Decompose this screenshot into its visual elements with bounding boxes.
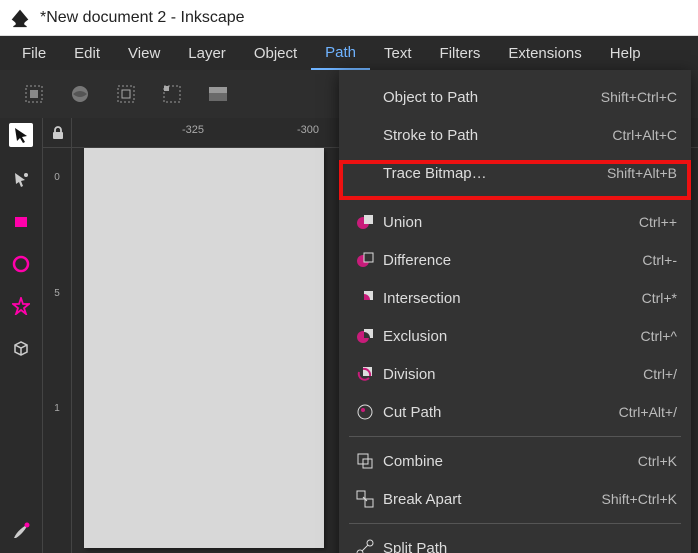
menubar-item-help[interactable]: Help	[596, 36, 655, 70]
lock-icon[interactable]	[43, 118, 73, 148]
menu-item-label: Object to Path	[379, 89, 601, 106]
menubar: FileEditViewLayerObjectPathTextFiltersEx…	[0, 36, 698, 70]
toolbar-btn-3[interactable]	[114, 82, 138, 106]
path-menu-item-break-apart[interactable]: Break ApartShift+Ctrl+K	[339, 480, 691, 518]
path-menu-item-split-path[interactable]: Split Path	[339, 529, 691, 553]
toolbar-btn-5[interactable]	[206, 82, 230, 106]
ruler-vertical: 0 5 1	[43, 148, 71, 553]
intersection-icon	[351, 288, 379, 308]
menu-item-label: Combine	[379, 453, 638, 470]
menu-item-shortcut: Ctrl+-	[642, 252, 677, 268]
document-page	[84, 148, 324, 548]
menu-item-label: Split Path	[379, 540, 677, 553]
path-menu-item-division[interactable]: DivisionCtrl+/	[339, 355, 691, 393]
menu-item-label: Intersection	[379, 290, 642, 307]
breakapart-icon	[351, 489, 379, 509]
window-title: *New document 2 - Inkscape	[40, 9, 245, 27]
toolbar-btn-4[interactable]	[160, 82, 184, 106]
path-menu-item-difference[interactable]: DifferenceCtrl+-	[339, 241, 691, 279]
rectangle-tool[interactable]	[9, 210, 33, 234]
ruler-h-tick: -300	[297, 124, 319, 136]
inkscape-app-icon	[10, 8, 30, 28]
path-menu-dropdown: Object to PathShift+Ctrl+CStroke to Path…	[339, 70, 691, 553]
inkscape-window: *New document 2 - Inkscape FileEditViewL…	[0, 0, 698, 553]
menu-item-label: Trace Bitmap…	[379, 165, 607, 182]
menu-item-shortcut: Shift+Alt+B	[607, 165, 677, 181]
menubar-item-extensions[interactable]: Extensions	[494, 36, 595, 70]
menubar-item-text[interactable]: Text	[370, 36, 426, 70]
ruler-v-tick: 0	[43, 172, 71, 183]
path-menu-item-stroke-to-path[interactable]: Stroke to PathCtrl+Alt+C	[339, 116, 691, 154]
toolbar-btn-1[interactable]	[22, 82, 46, 106]
menu-item-shortcut: Shift+Ctrl+K	[602, 491, 677, 507]
menubar-item-filters[interactable]: Filters	[426, 36, 495, 70]
combine-icon	[351, 451, 379, 471]
path-menu-item-intersection[interactable]: IntersectionCtrl+*	[339, 279, 691, 317]
ruler-v-tick: 5	[43, 288, 71, 299]
menubar-item-layer[interactable]: Layer	[174, 36, 240, 70]
menu-item-shortcut: Shift+Ctrl+C	[601, 89, 677, 105]
menu-item-label: Division	[379, 366, 643, 383]
menu-item-shortcut: Ctrl++	[639, 214, 677, 230]
menubar-item-view[interactable]: View	[114, 36, 174, 70]
menu-item-label: Union	[379, 214, 639, 231]
menu-separator	[349, 197, 681, 198]
ruler-v-tick: 1	[43, 403, 71, 414]
star-tool[interactable]	[9, 294, 33, 318]
path-menu-item-cut-path[interactable]: Cut PathCtrl+Alt+/	[339, 393, 691, 431]
menu-item-shortcut: Ctrl+K	[638, 453, 677, 469]
node-tool[interactable]	[9, 168, 33, 192]
ruler-vertical-col: 0 5 1	[42, 118, 72, 553]
division-icon	[351, 364, 379, 384]
menu-item-shortcut: Ctrl+^	[640, 328, 677, 344]
menu-item-shortcut: Ctrl+/	[643, 366, 677, 382]
menu-item-shortcut: Ctrl+Alt+/	[619, 404, 677, 420]
title-bar: *New document 2 - Inkscape	[0, 0, 698, 36]
path-menu-item-combine[interactable]: CombineCtrl+K	[339, 442, 691, 480]
exclusion-icon	[351, 326, 379, 346]
left-toolbox	[0, 118, 42, 553]
3dbox-tool[interactable]	[9, 336, 33, 360]
ruler-h-tick: -325	[182, 124, 204, 136]
menubar-item-edit[interactable]: Edit	[60, 36, 114, 70]
menubar-item-object[interactable]: Object	[240, 36, 311, 70]
menu-item-label: Difference	[379, 252, 642, 269]
menu-item-shortcut: Ctrl+Alt+C	[612, 127, 677, 143]
path-menu-item-exclusion[interactable]: ExclusionCtrl+^	[339, 317, 691, 355]
path-menu-item-union[interactable]: UnionCtrl++	[339, 203, 691, 241]
circle-tool[interactable]	[9, 252, 33, 276]
menubar-item-path[interactable]: Path	[311, 36, 370, 70]
menu-item-label: Stroke to Path	[379, 127, 612, 144]
toolbar-btn-2[interactable]	[68, 82, 92, 106]
splitpath-icon	[351, 538, 379, 553]
difference-icon	[351, 250, 379, 270]
menu-item-shortcut: Ctrl+*	[642, 290, 677, 306]
path-menu-item-trace-bitmap[interactable]: Trace Bitmap…Shift+Alt+B	[339, 154, 691, 192]
calligraphy-tool[interactable]	[9, 519, 33, 543]
menubar-item-file[interactable]: File	[8, 36, 60, 70]
menu-item-label: Break Apart	[379, 491, 602, 508]
menu-separator	[349, 436, 681, 437]
union-icon	[351, 212, 379, 232]
path-menu-item-object-to-path[interactable]: Object to PathShift+Ctrl+C	[339, 78, 691, 116]
menu-separator	[349, 523, 681, 524]
menu-item-label: Cut Path	[379, 404, 619, 421]
menu-item-label: Exclusion	[379, 328, 640, 345]
cutpath-icon	[351, 402, 379, 422]
selector-tool[interactable]	[9, 123, 33, 147]
